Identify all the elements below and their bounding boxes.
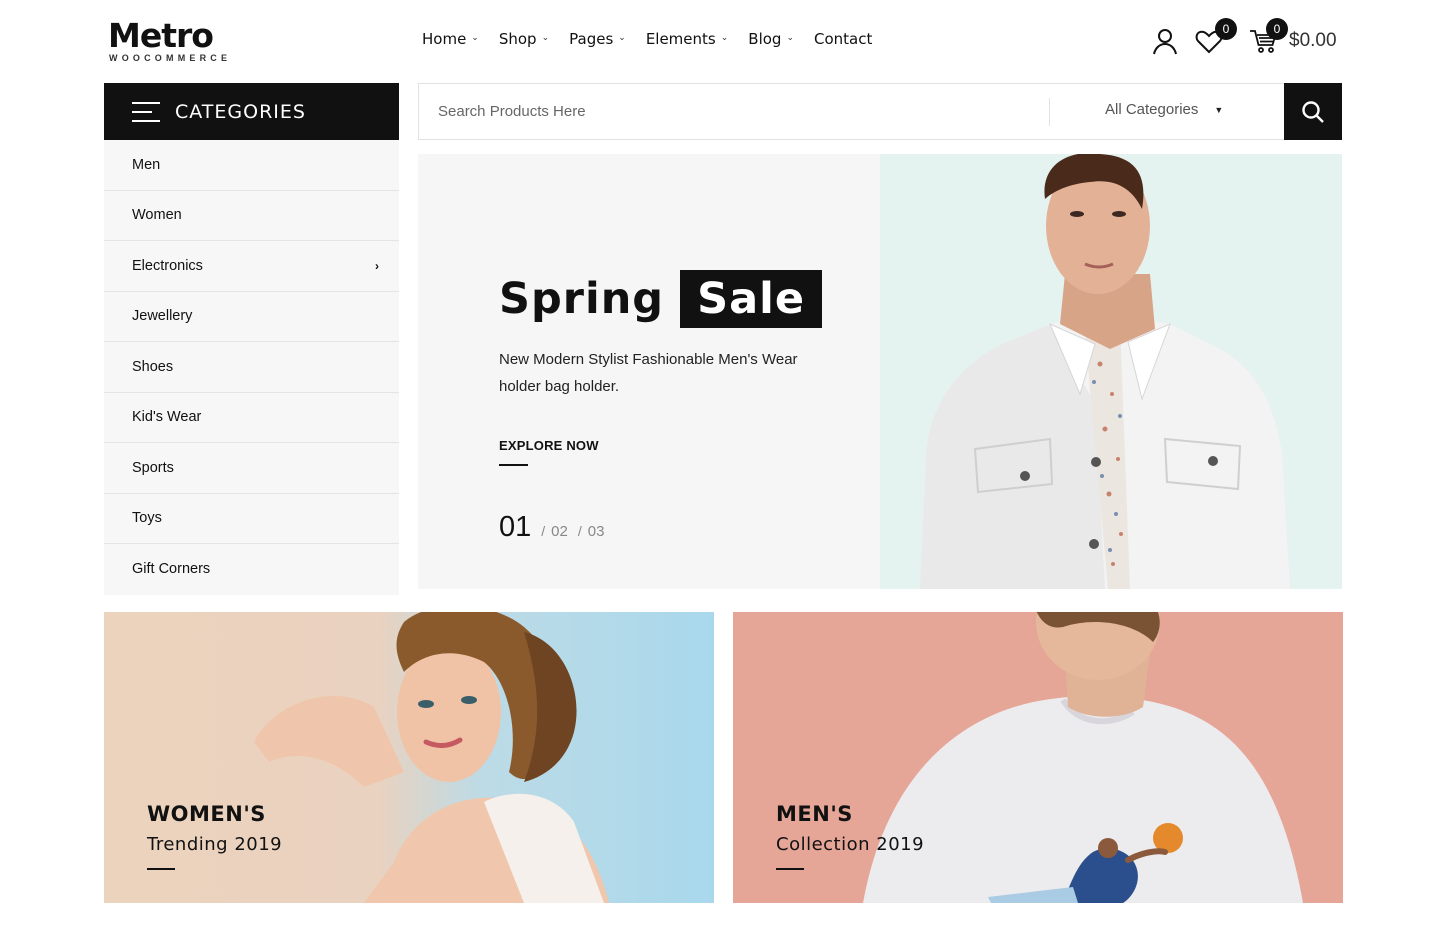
category-label: Shoes (132, 358, 174, 375)
cta-underline (499, 464, 528, 466)
promo-banner-womens[interactable]: WOMEN'S Trending 2019 (104, 612, 714, 903)
search-bar: All Categories ▼ (418, 83, 1342, 140)
category-label: Electronics (132, 257, 203, 274)
chevron-down-icon: ⌄ (786, 33, 794, 43)
promo-title: MEN'S (776, 802, 853, 826)
chevron-down-icon: ⌄ (471, 33, 479, 43)
category-label: Toys (132, 510, 162, 527)
pager-separator: / (541, 523, 546, 539)
search-input[interactable] (419, 84, 1049, 139)
category-label: Men (132, 156, 161, 173)
pager-separator: / (577, 523, 582, 539)
hero-model-image (880, 154, 1342, 589)
nav-home[interactable]: Home ⌄ (422, 28, 479, 50)
slide-2-indicator[interactable]: 02 (551, 523, 568, 540)
category-item-gift-corners[interactable]: Gift Corners (104, 544, 399, 595)
logo-tagline: WOOCOMMERCE (109, 53, 232, 63)
hero-slider: Spring Sale New Modern Stylist Fashionab… (418, 154, 1342, 589)
search-divider (1049, 98, 1050, 126)
promo-subtitle: Collection 2019 (776, 834, 925, 855)
category-item-jewellery[interactable]: Jewellery (104, 292, 399, 342)
nav-pages[interactable]: Pages ⌄ (569, 28, 626, 50)
chevron-down-icon: ⌄ (618, 33, 626, 43)
promo-underline (147, 868, 175, 870)
category-item-women[interactable]: Women (104, 191, 399, 241)
category-label: Gift Corners (132, 561, 211, 578)
promo-title: WOMEN'S (147, 802, 266, 826)
explore-now-link[interactable]: EXPLORE NOW (499, 438, 599, 453)
category-select[interactable]: All Categories ▼ (1105, 101, 1223, 118)
categories-list: Men Women Electronics › Jewellery Shoes K… (104, 140, 399, 595)
search-icon (1302, 100, 1324, 123)
category-label: Women (132, 207, 182, 224)
promo-subtitle: Trending 2019 (147, 834, 283, 855)
wishlist-count-badge: 0 (1215, 18, 1237, 40)
chevron-right-icon: › (375, 258, 379, 273)
nav-blog[interactable]: Blog ⌄ (748, 28, 794, 50)
slide-3-indicator[interactable]: 03 (588, 523, 605, 540)
nav-elements-label: Elements (645, 30, 716, 48)
category-label: Sports (132, 459, 174, 476)
hero-title-word: Spring (499, 274, 665, 324)
cart-total[interactable]: $0.00 (1289, 30, 1337, 52)
promo-banner-mens[interactable]: MEN'S Collection 2019 (733, 612, 1343, 903)
categories-title: CATEGORIES (175, 100, 306, 123)
nav-home-label: Home (422, 30, 467, 48)
nav-blog-label: Blog (748, 30, 782, 48)
menu-icon (132, 101, 160, 122)
nav-shop-label: Shop (498, 30, 537, 48)
nav-contact[interactable]: Contact (814, 28, 872, 50)
category-label: Jewellery (132, 308, 193, 325)
nav-contact-label: Contact (814, 30, 873, 48)
category-item-toys[interactable]: Toys (104, 494, 399, 544)
category-item-sports[interactable]: Sports (104, 443, 399, 494)
site-header: Metro WOOCOMMERCE Home ⌄ Shop ⌄ Pages ⌄ Ele… (0, 0, 1445, 80)
chevron-down-icon: ⌄ (541, 33, 550, 43)
slide-pager: 01 / 02 / 03 (499, 511, 604, 544)
header-actions: 0 0 $0.00 (1150, 18, 1350, 62)
category-select-value: All Categories (1105, 101, 1199, 118)
user-icon[interactable] (1150, 26, 1180, 56)
nav-elements[interactable]: Elements ⌄ (646, 28, 728, 50)
caret-down-icon: ▼ (1214, 104, 1224, 115)
logo-wordmark: Metro (108, 16, 214, 55)
logo[interactable]: Metro WOOCOMMERCE (108, 16, 228, 64)
hero-description: New Modern Stylist Fashionable Men's Wea… (499, 351, 798, 395)
chevron-down-icon: ⌄ (720, 33, 729, 43)
category-item-shoes[interactable]: Shoes (104, 342, 399, 393)
search-button[interactable] (1284, 83, 1342, 140)
category-label: Kid's Wear (132, 409, 202, 426)
slide-1-indicator[interactable]: 01 (499, 511, 531, 544)
categories-toggle[interactable]: CATEGORIES (104, 83, 399, 140)
category-item-kids-wear[interactable]: Kid's Wear (104, 393, 399, 443)
cart-count-badge: 0 (1266, 18, 1288, 40)
hero-title: Spring Sale (499, 270, 822, 328)
nav-shop[interactable]: Shop ⌄ (499, 28, 549, 50)
category-item-electronics[interactable]: Electronics › (104, 241, 399, 292)
nav-pages-label: Pages (569, 30, 614, 48)
category-item-men[interactable]: Men (104, 140, 399, 191)
promo-underline (776, 868, 804, 870)
hero-title-highlight: Sale (680, 270, 822, 328)
main-nav: Home ⌄ Shop ⌄ Pages ⌄ Elements ⌄ Blog ⌄ Conta… (422, 28, 892, 50)
